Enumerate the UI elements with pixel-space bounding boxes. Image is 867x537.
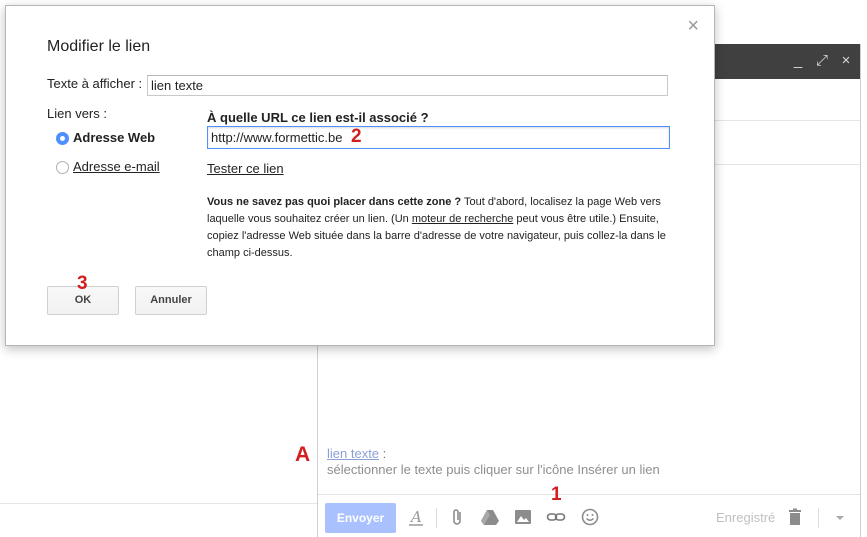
- saved-status: Enregistré: [716, 510, 776, 525]
- display-text-label: Texte à afficher :: [47, 76, 143, 91]
- emoji-icon[interactable]: [580, 507, 600, 527]
- attach-icon[interactable]: [448, 507, 468, 527]
- compose-window-buttons: _ ⤢ ×: [790, 52, 854, 70]
- sample-link-suffix: :: [379, 446, 387, 461]
- test-link[interactable]: Tester ce lien: [207, 161, 284, 176]
- toolbar-separator: [818, 508, 819, 528]
- radio-web-address[interactable]: [56, 132, 69, 145]
- step-marker-1: 1: [551, 484, 562, 505]
- send-button[interactable]: Envoyer: [325, 503, 396, 533]
- more-options-icon[interactable]: [830, 507, 850, 527]
- option-email-label[interactable]: Adresse e-mail: [73, 159, 160, 174]
- dialog-title: Modifier le lien: [47, 38, 151, 55]
- toolbar-separator: [436, 508, 437, 528]
- minimize-icon[interactable]: _: [790, 52, 806, 70]
- marker-a: A: [295, 443, 311, 466]
- instruction-text: sélectionner le texte puis cliquer sur l…: [327, 462, 660, 477]
- photo-icon[interactable]: [513, 507, 533, 527]
- close-icon[interactable]: ×: [687, 16, 699, 36]
- trash-icon[interactable]: [785, 507, 805, 527]
- search-engine-link[interactable]: moteur de recherche: [412, 213, 514, 225]
- svg-text:A: A: [409, 508, 422, 526]
- link-sample: lien texte :: [327, 446, 386, 461]
- radio-email-address[interactable]: [56, 161, 69, 174]
- step-marker-3: 3: [77, 273, 88, 294]
- display-text-input[interactable]: [147, 75, 668, 96]
- background-divider: [0, 503, 318, 504]
- format-text-icon[interactable]: A: [406, 507, 426, 527]
- fullscreen-icon[interactable]: ⤢: [814, 52, 830, 70]
- step-marker-2: 2: [351, 126, 362, 147]
- url-input[interactable]: [207, 126, 670, 149]
- sample-link[interactable]: lien texte: [327, 446, 379, 461]
- link-to-label: Lien vers :: [47, 106, 107, 121]
- drive-icon[interactable]: [480, 507, 500, 527]
- help-text: Vous ne savez pas quoi placer dans cette…: [207, 194, 667, 262]
- edit-link-dialog: Modifier le lien × Texte à afficher : Li…: [5, 5, 715, 346]
- insert-link-icon[interactable]: [546, 507, 566, 527]
- option-web-label[interactable]: Adresse Web: [73, 130, 155, 145]
- cancel-button[interactable]: Annuler: [135, 286, 207, 315]
- compose-toolbar: Envoyer A Enregistré: [318, 494, 860, 537]
- url-question: À quelle URL ce lien est-il associé ?: [207, 110, 429, 125]
- help-bold-intro: Vous ne savez pas quoi placer dans cette…: [207, 196, 462, 208]
- close-icon[interactable]: ×: [838, 52, 854, 70]
